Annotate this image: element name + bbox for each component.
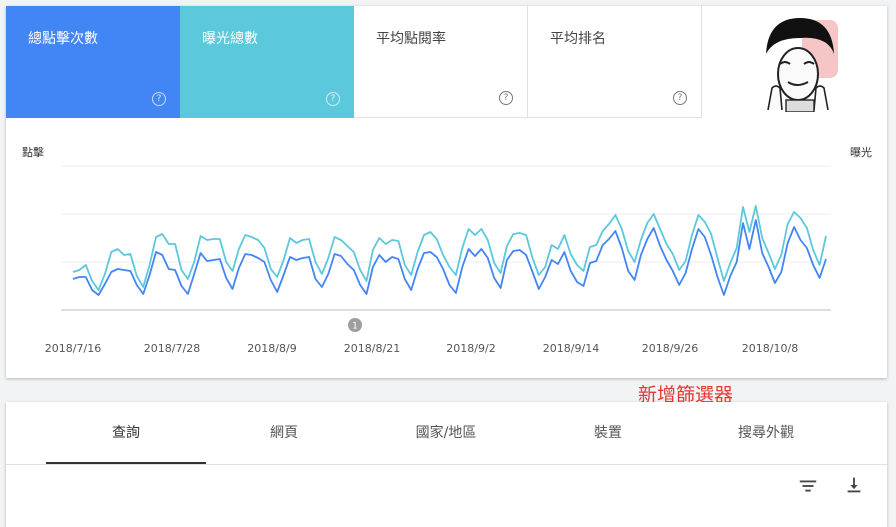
performance-chart: 1 xyxy=(61,165,831,332)
detail-card: 查詢 網頁 國家/地區 裝置 搜尋外觀 xyxy=(6,402,887,527)
meme-face-sticker xyxy=(766,18,838,112)
x-tick-label: 2018/8/21 xyxy=(343,342,401,355)
tab-devices[interactable]: 裝置 xyxy=(528,402,688,464)
x-tick-label: 2018/9/2 xyxy=(446,342,496,355)
tab-search-appearance[interactable]: 搜尋外觀 xyxy=(686,402,846,464)
annotation-marker-label: 1 xyxy=(352,322,358,332)
x-tick-label: 2018/7/16 xyxy=(44,342,102,355)
clicks-line xyxy=(72,219,827,296)
performance-card: 總點擊次數 ? 曝光總數 ? 平均點閱率 ? 平均排名 ? 點擊 曝光 1 20… xyxy=(6,6,887,378)
tab-pages[interactable]: 網頁 xyxy=(204,402,364,464)
x-tick-label: 2018/9/14 xyxy=(542,342,600,355)
filter-icon[interactable] xyxy=(797,475,819,497)
tab-countries[interactable]: 國家/地區 xyxy=(366,402,526,464)
impressions-line xyxy=(72,205,827,291)
x-tick-label: 2018/8/9 xyxy=(247,342,297,355)
tab-queries[interactable]: 查詢 xyxy=(46,402,206,464)
x-tick-label: 2018/9/26 xyxy=(641,342,699,355)
download-icon[interactable] xyxy=(843,474,865,496)
x-tick-label: 2018/10/8 xyxy=(741,342,799,355)
x-tick-label: 2018/7/28 xyxy=(143,342,201,355)
tab-divider xyxy=(6,464,887,465)
